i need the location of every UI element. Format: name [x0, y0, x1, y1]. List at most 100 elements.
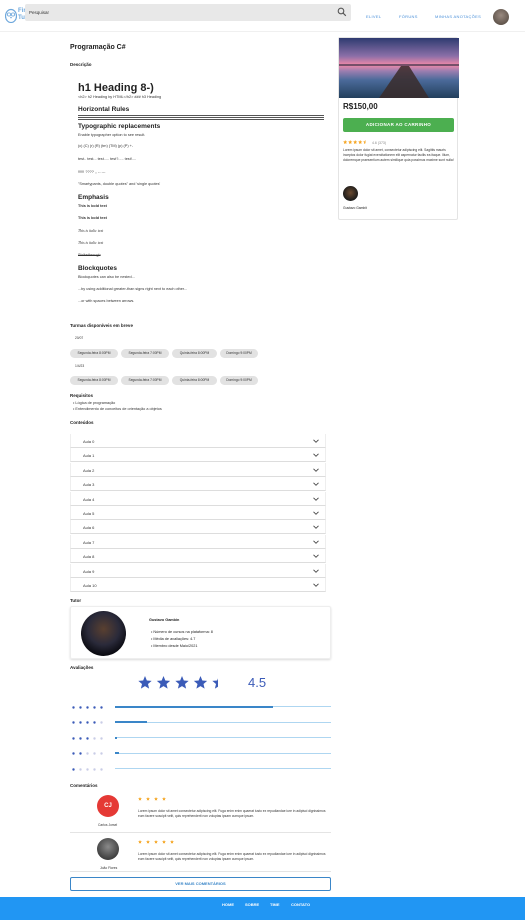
- accordion-item[interactable]: Aula 6: [70, 520, 326, 535]
- chevron-down-icon[interactable]: [313, 481, 319, 487]
- blockquote-1: Blockquotes can also be nested...: [78, 275, 135, 279]
- author-name[interactable]: Gustavo Gambit: [343, 206, 367, 210]
- user-avatar[interactable]: [493, 9, 509, 25]
- bold-text-1: This is bold text: [78, 204, 107, 208]
- rating-row-bar-fill: [115, 705, 273, 708]
- accordion-item[interactable]: Aula 3: [70, 477, 326, 492]
- rating-row-stars: [72, 767, 108, 772]
- add-to-cart-button[interactable]: ADICIONAR AO CARRINHO: [343, 118, 454, 132]
- star-icon: [170, 840, 174, 844]
- accordion-item-label: Aula 10: [83, 583, 97, 588]
- turma-chip[interactable]: Domingo 9:00PM: [220, 376, 258, 385]
- nav-link-foruns[interactable]: FÓRUNS: [399, 14, 418, 19]
- tutor-card: Gustavo Gambin • Número de cursos na pla…: [70, 606, 331, 659]
- turma-chip[interactable]: Segunda-feira 7:00PM: [121, 376, 169, 385]
- nav-link-anotacoes[interactable]: MINHAS ANOTAÇÕES: [435, 14, 481, 19]
- accordion-item[interactable]: Aula 1: [70, 448, 326, 463]
- accordion-item-label: Aula 1: [83, 453, 95, 459]
- accordion-item[interactable]: Aula 4: [70, 491, 326, 506]
- star-icon: [175, 676, 189, 689]
- star-icon: [343, 140, 348, 144]
- turma-date-2: 1/4/23: [75, 364, 85, 368]
- footer-link-sobre[interactable]: SOBRE: [245, 902, 259, 907]
- chevron-down-icon[interactable]: [313, 582, 319, 588]
- chevron-down-icon[interactable]: [313, 553, 319, 559]
- search-input[interactable]: Pesquisar: [29, 10, 49, 15]
- rating-score: 4.5: [248, 675, 267, 690]
- star-icon: [348, 140, 353, 144]
- rating-big-stars: [138, 676, 226, 692]
- chevron-down-icon[interactable]: [313, 524, 319, 530]
- star-icon: [170, 797, 174, 801]
- comment-text: Lorem ipsum dolor sit amet consectetur a…: [138, 809, 326, 818]
- chevron-down-icon[interactable]: [313, 539, 319, 545]
- typographic-text: Enable typographer option to see result.: [78, 133, 146, 137]
- comment-stars: [138, 840, 178, 845]
- see-more-comments-button[interactable]: VER MAIS COMENTÁRIOS: [70, 877, 331, 891]
- turma-chip[interactable]: Segunda-feira 8:00PM: [70, 376, 118, 385]
- accordion-item[interactable]: Aula 0: [70, 434, 326, 448]
- chevron-down-icon[interactable]: [313, 452, 319, 458]
- accordion-item[interactable]: Aula 2: [70, 462, 326, 477]
- chevron-down-icon[interactable]: [313, 496, 319, 502]
- turma-chip[interactable]: Segunda-feira 8:00PM: [70, 349, 118, 358]
- star-icon: [138, 840, 142, 844]
- owl-logo-icon[interactable]: [4, 8, 18, 24]
- comment-avatar[interactable]: [97, 838, 119, 860]
- chevron-down-icon[interactable]: [313, 568, 319, 574]
- star-icon: [193, 676, 208, 689]
- accordion-item-label: Aula 2: [83, 467, 95, 473]
- comment-text: Lorem ipsum dolor sit amet consectetur a…: [138, 852, 326, 861]
- accordion-item-label: Aula 3: [83, 482, 95, 488]
- rating-row-bar-fill: [115, 721, 148, 723]
- accordion-item[interactable]: Aula 5: [70, 506, 326, 520]
- accordion-item[interactable]: Aula 9: [70, 563, 326, 578]
- rating-row-stars: [72, 720, 108, 725]
- accordion-item[interactable]: Aula 7: [70, 534, 326, 549]
- tutor-fact: • Membro desde Maio/2021: [151, 644, 198, 648]
- blockquote-3: ...or with spaces between arrows.: [78, 299, 135, 303]
- turma-chip[interactable]: Domingo 9:00PM: [220, 349, 258, 358]
- chevron-down-icon[interactable]: [313, 467, 319, 473]
- tutor-avatar[interactable]: [81, 611, 126, 656]
- tutor-fact: • Média de avaliações: 4.7: [151, 637, 196, 641]
- chevron-down-icon[interactable]: [313, 510, 319, 516]
- accordion-item[interactable]: Aula 8: [70, 549, 326, 564]
- star-icon: [212, 676, 226, 689]
- italic-text-1: This is italic text: [78, 229, 104, 233]
- tutor-fact: • Número de cursos na plataforma: 8: [151, 630, 213, 634]
- turma-chip[interactable]: Quinta-feira 8:00PM: [172, 376, 217, 385]
- blockquote-2: ...by using additional greater-than sign…: [78, 287, 188, 291]
- requisito-text: Entendimento de conceitos de orientação …: [75, 407, 162, 411]
- footer-link-time[interactable]: TIME: [270, 902, 280, 907]
- accordion-item[interactable]: Aula 10: [70, 578, 326, 592]
- comment-author[interactable]: Carlos Jorsel: [98, 823, 117, 827]
- requisitos-label: Requisitos: [70, 393, 94, 398]
- accordion-item-label: Aula 0: [83, 439, 95, 444]
- search-icon[interactable]: [337, 7, 347, 17]
- search-bar[interactable]: Pesquisar: [25, 4, 351, 21]
- accordion-item-label: Aula 6: [83, 525, 95, 531]
- footer-link-contato[interactable]: CONTATO: [291, 902, 310, 907]
- comment-avatar[interactable]: CJ: [97, 795, 119, 817]
- hr-1: [78, 115, 324, 116]
- requisito-item: • Lógica de programação: [73, 401, 116, 405]
- typographic-excl: !!!!!! ???? ,, -- ---: [78, 170, 106, 174]
- comment-divider: [70, 832, 331, 833]
- card-description: Lorem ipsum dolor sit amet, consectetur …: [343, 148, 454, 162]
- hr-3: [78, 119, 324, 120]
- footer-link-home[interactable]: HOME: [222, 902, 234, 907]
- turma-chip[interactable]: Quinta-feira 8:00PM: [172, 349, 217, 358]
- chevron-down-icon[interactable]: [313, 438, 319, 444]
- comment-author[interactable]: João Flores: [100, 866, 117, 870]
- comentarios-label: Comentários: [70, 783, 98, 788]
- markdown-heading-line: <h2> h2 Heading by HTML</h2> ### h3 Head…: [78, 95, 162, 99]
- nav-link-elivel[interactable]: ELIVEL: [366, 14, 381, 19]
- avaliacoes-label: Avaliações: [70, 665, 94, 670]
- star-icon: [154, 840, 158, 844]
- tutor-name[interactable]: Gustavo Gambin: [149, 618, 179, 622]
- emphasis-heading: Emphasis: [78, 194, 109, 201]
- author-avatar[interactable]: [343, 186, 358, 201]
- star-icon: [146, 797, 150, 801]
- turma-chip[interactable]: Segunda-feira 7:00PM: [121, 349, 169, 358]
